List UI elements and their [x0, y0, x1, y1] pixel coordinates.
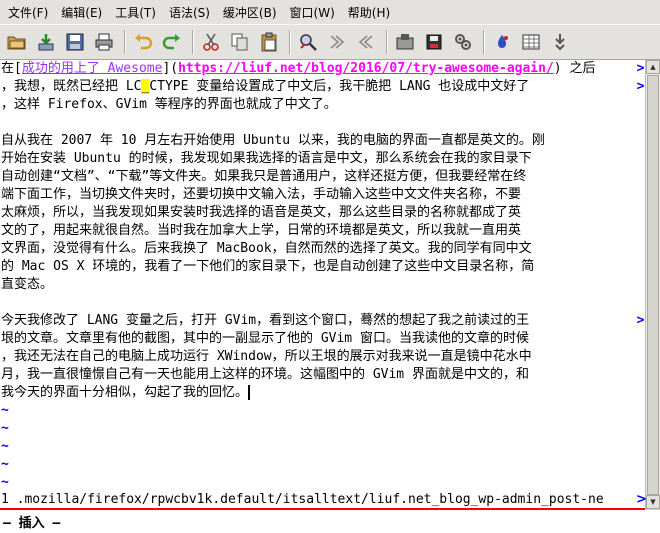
run-script-icon[interactable]: [450, 29, 476, 55]
text-line: 今天我修改了 LANG 变量之后，打开 GVim，看到这个窗口，蓦然的想起了我之…: [1, 313, 530, 328]
toolbar-separator: [124, 30, 126, 54]
menu-tools[interactable]: 工具(T): [110, 4, 161, 21]
load-session-icon[interactable]: [392, 29, 418, 55]
file-path: 1 .mozilla/firefox/rpwcbv1k.default/itsa…: [1, 492, 604, 507]
download-icon[interactable]: [33, 29, 59, 55]
scroll-thumb[interactable]: [647, 75, 659, 495]
toolbar-separator: [386, 30, 388, 54]
copy-icon[interactable]: [227, 29, 253, 55]
empty-line-tilde: ~: [1, 421, 9, 436]
toolbar-separator: [289, 30, 291, 54]
text-line: 我今天的界面十分相似，勾起了我的回忆。: [1, 384, 251, 402]
shell-icon[interactable]: [518, 29, 544, 55]
text-line: 端下面工作，当切换文件夹时，还要切换中文输入法，手动输入这些中文文件夹名称，不要: [1, 187, 522, 202]
make-icon[interactable]: [489, 29, 515, 55]
scroll-up-icon[interactable]: ▲: [646, 60, 660, 74]
menu-help[interactable]: 帮助(H): [343, 4, 395, 21]
text-segment: ，我想，既然已经把 LC: [1, 79, 142, 94]
toolbar-separator: [192, 30, 194, 54]
print-icon[interactable]: [91, 29, 117, 55]
menu-bar: 文件(F) 编辑(E) 工具(T) 语法(S) 缓冲区(B) 窗口(W) 帮助(…: [0, 0, 660, 24]
text-segment: CTYPE 变量给设置成了中文后，我干脆把 LANG 也设成中文好了: [149, 79, 530, 94]
wrap-marker: >: [636, 61, 645, 76]
wrap-marker: >: [636, 492, 647, 507]
save-icon[interactable]: [62, 29, 88, 55]
text-segment: ](: [162, 61, 179, 76]
text-line: 月，我一直很憧憬自己有一天也能用上这样的环境。这幅图中的 GVim 界面就是中文…: [1, 367, 529, 382]
empty-line-tilde: ~: [1, 439, 9, 454]
find-prev-icon[interactable]: [353, 29, 379, 55]
text-line: 直变态。: [1, 277, 54, 292]
text-line: 自动创建“文档”、“下载”等文件夹。如果我只是普通用户，这样还挺方便，但我要经常…: [1, 169, 527, 184]
wrap-marker: >: [636, 313, 645, 328]
save-session-icon[interactable]: [421, 29, 447, 55]
find-next-icon[interactable]: [324, 29, 350, 55]
menu-buffers[interactable]: 缓冲区(B): [218, 4, 282, 21]
command-line[interactable]: — 插入 —: [0, 510, 660, 533]
text-editor-area[interactable]: 在[成功的用上了 Awesome](https://liuf.net/blog/…: [0, 60, 645, 509]
text-line: ，我想，既然已经把 LC_CTYPE 变量给设置成了中文后，我干脆把 LANG …: [1, 78, 529, 96]
undo-icon[interactable]: [130, 29, 156, 55]
toolbar-separator: [483, 30, 485, 54]
text-segment: ) 之后: [553, 61, 596, 76]
text-line: 在[成功的用上了 Awesome](https://liuf.net/blog/…: [1, 60, 595, 78]
empty-line-tilde: ~: [1, 403, 9, 418]
text-line: 开始在安装 Ubuntu 的时候，我发现如果我选择的语言是中文，那么系统会在我的…: [1, 151, 532, 166]
wrap-marker: >: [636, 79, 645, 94]
text-line: 太麻烦，所以，当我发现如果安装时我选择的语音是英文，那么这些目录的名称就都成了英: [1, 205, 522, 220]
link-text: 成功的用上了 Awesome: [21, 61, 163, 76]
mode-indicator: — 插入 —: [3, 516, 61, 531]
text-cursor: [248, 385, 251, 400]
cut-icon[interactable]: [198, 29, 224, 55]
text-line: 自从我在 2007 年 10 月左右开始使用 Ubuntu 以来，我的电脑的界面…: [1, 133, 545, 148]
text-segment: 在[: [1, 61, 22, 76]
tags-icon[interactable]: [547, 29, 573, 55]
menu-file[interactable]: 文件(F): [3, 4, 53, 21]
text-line: ，我还无法在自己的电脑上成功运行 XWindow，所以王垠的展示对我来说一直是镜…: [1, 349, 532, 364]
menu-window[interactable]: 窗口(W): [285, 4, 340, 21]
paste-icon[interactable]: [256, 29, 282, 55]
scroll-down-icon[interactable]: ▼: [646, 495, 660, 509]
find-replace-icon[interactable]: [295, 29, 321, 55]
text-line: 文的了，用起来就很自然。当时我在加拿大上学，日常的环境都是英文，所以我就一直用英: [1, 223, 522, 238]
status-line: 1 .mozilla/firefox/rpwcbv1k.default/itsa…: [0, 492, 647, 510]
vertical-scrollbar[interactable]: ▲ ▼: [645, 60, 660, 509]
menu-syntax[interactable]: 语法(S): [164, 4, 215, 21]
open-folder-icon[interactable]: [4, 29, 30, 55]
link-url: https://liuf.net/blog/2016/07/try-awesom…: [178, 61, 554, 76]
text-segment: 我今天的界面十分相似，勾起了我的回忆。: [1, 385, 249, 400]
text-line: 文界面，没觉得有什么。后来我换了 MacBook，自然而然的选择了英文。我的同学…: [1, 241, 532, 256]
menu-edit[interactable]: 编辑(E): [56, 4, 107, 21]
toolbar: [0, 24, 660, 60]
empty-line-tilde: ~: [1, 475, 9, 490]
text-line: 的 Mac OS X 环境的，我看了一下他们的家目录下，也是自动创建了这些中文目…: [1, 259, 535, 274]
text-line: 垠的文章。文章里有他的截图，其中的一副显示了他的 GVim 窗口。当我读他的文章…: [1, 331, 529, 346]
redo-icon[interactable]: [159, 29, 185, 55]
text-line: ，这样 Firefox、GVim 等程序的界面也就成了中文了。: [1, 97, 337, 112]
empty-line-tilde: ~: [1, 457, 9, 472]
